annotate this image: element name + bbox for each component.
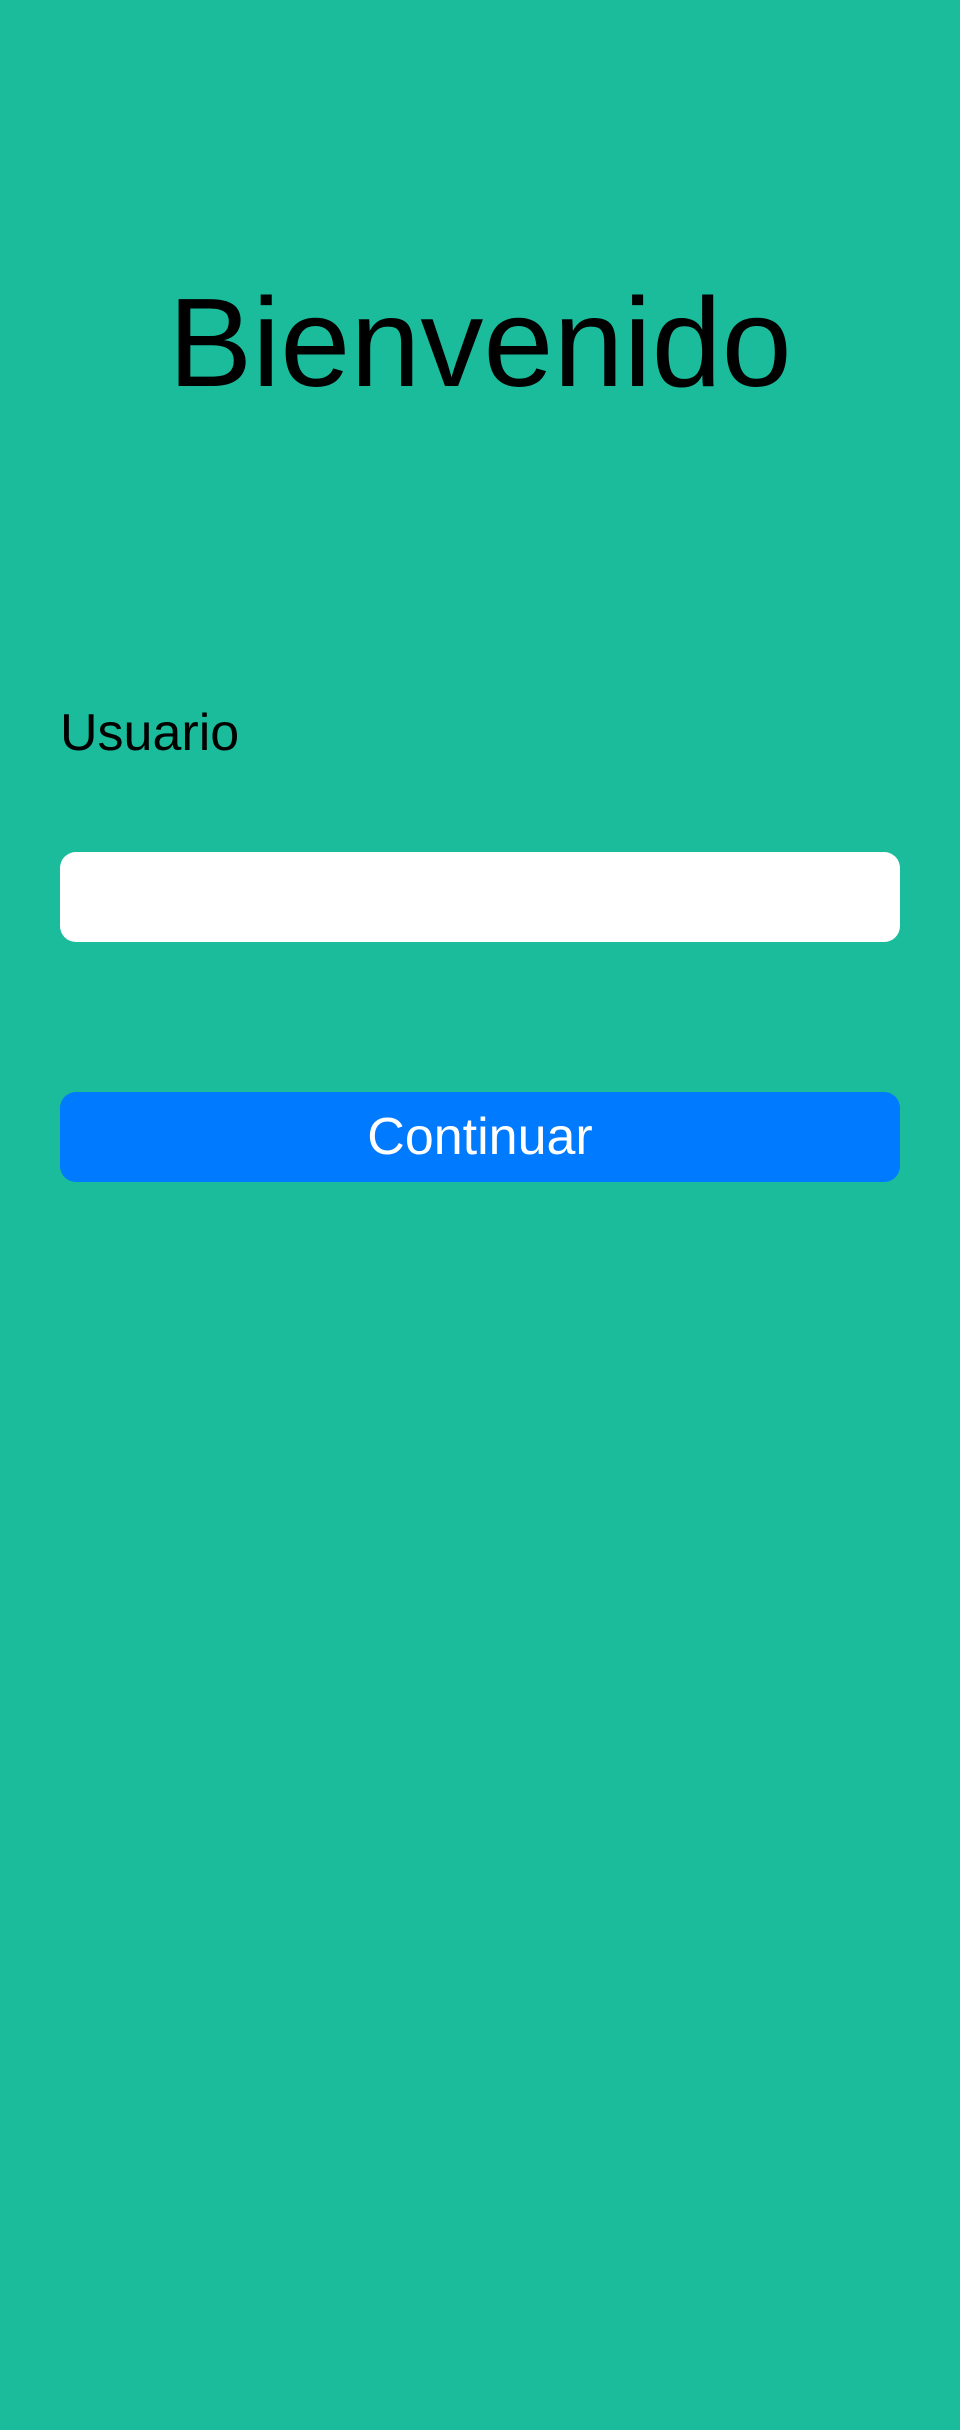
username-label: Usuario	[60, 704, 240, 762]
welcome-title: Bienvenido	[168, 272, 792, 413]
continue-button[interactable]: Continuar	[60, 1092, 900, 1182]
login-screen: Bienvenido Usuario Continuar	[0, 0, 960, 2430]
username-input[interactable]	[60, 852, 900, 942]
